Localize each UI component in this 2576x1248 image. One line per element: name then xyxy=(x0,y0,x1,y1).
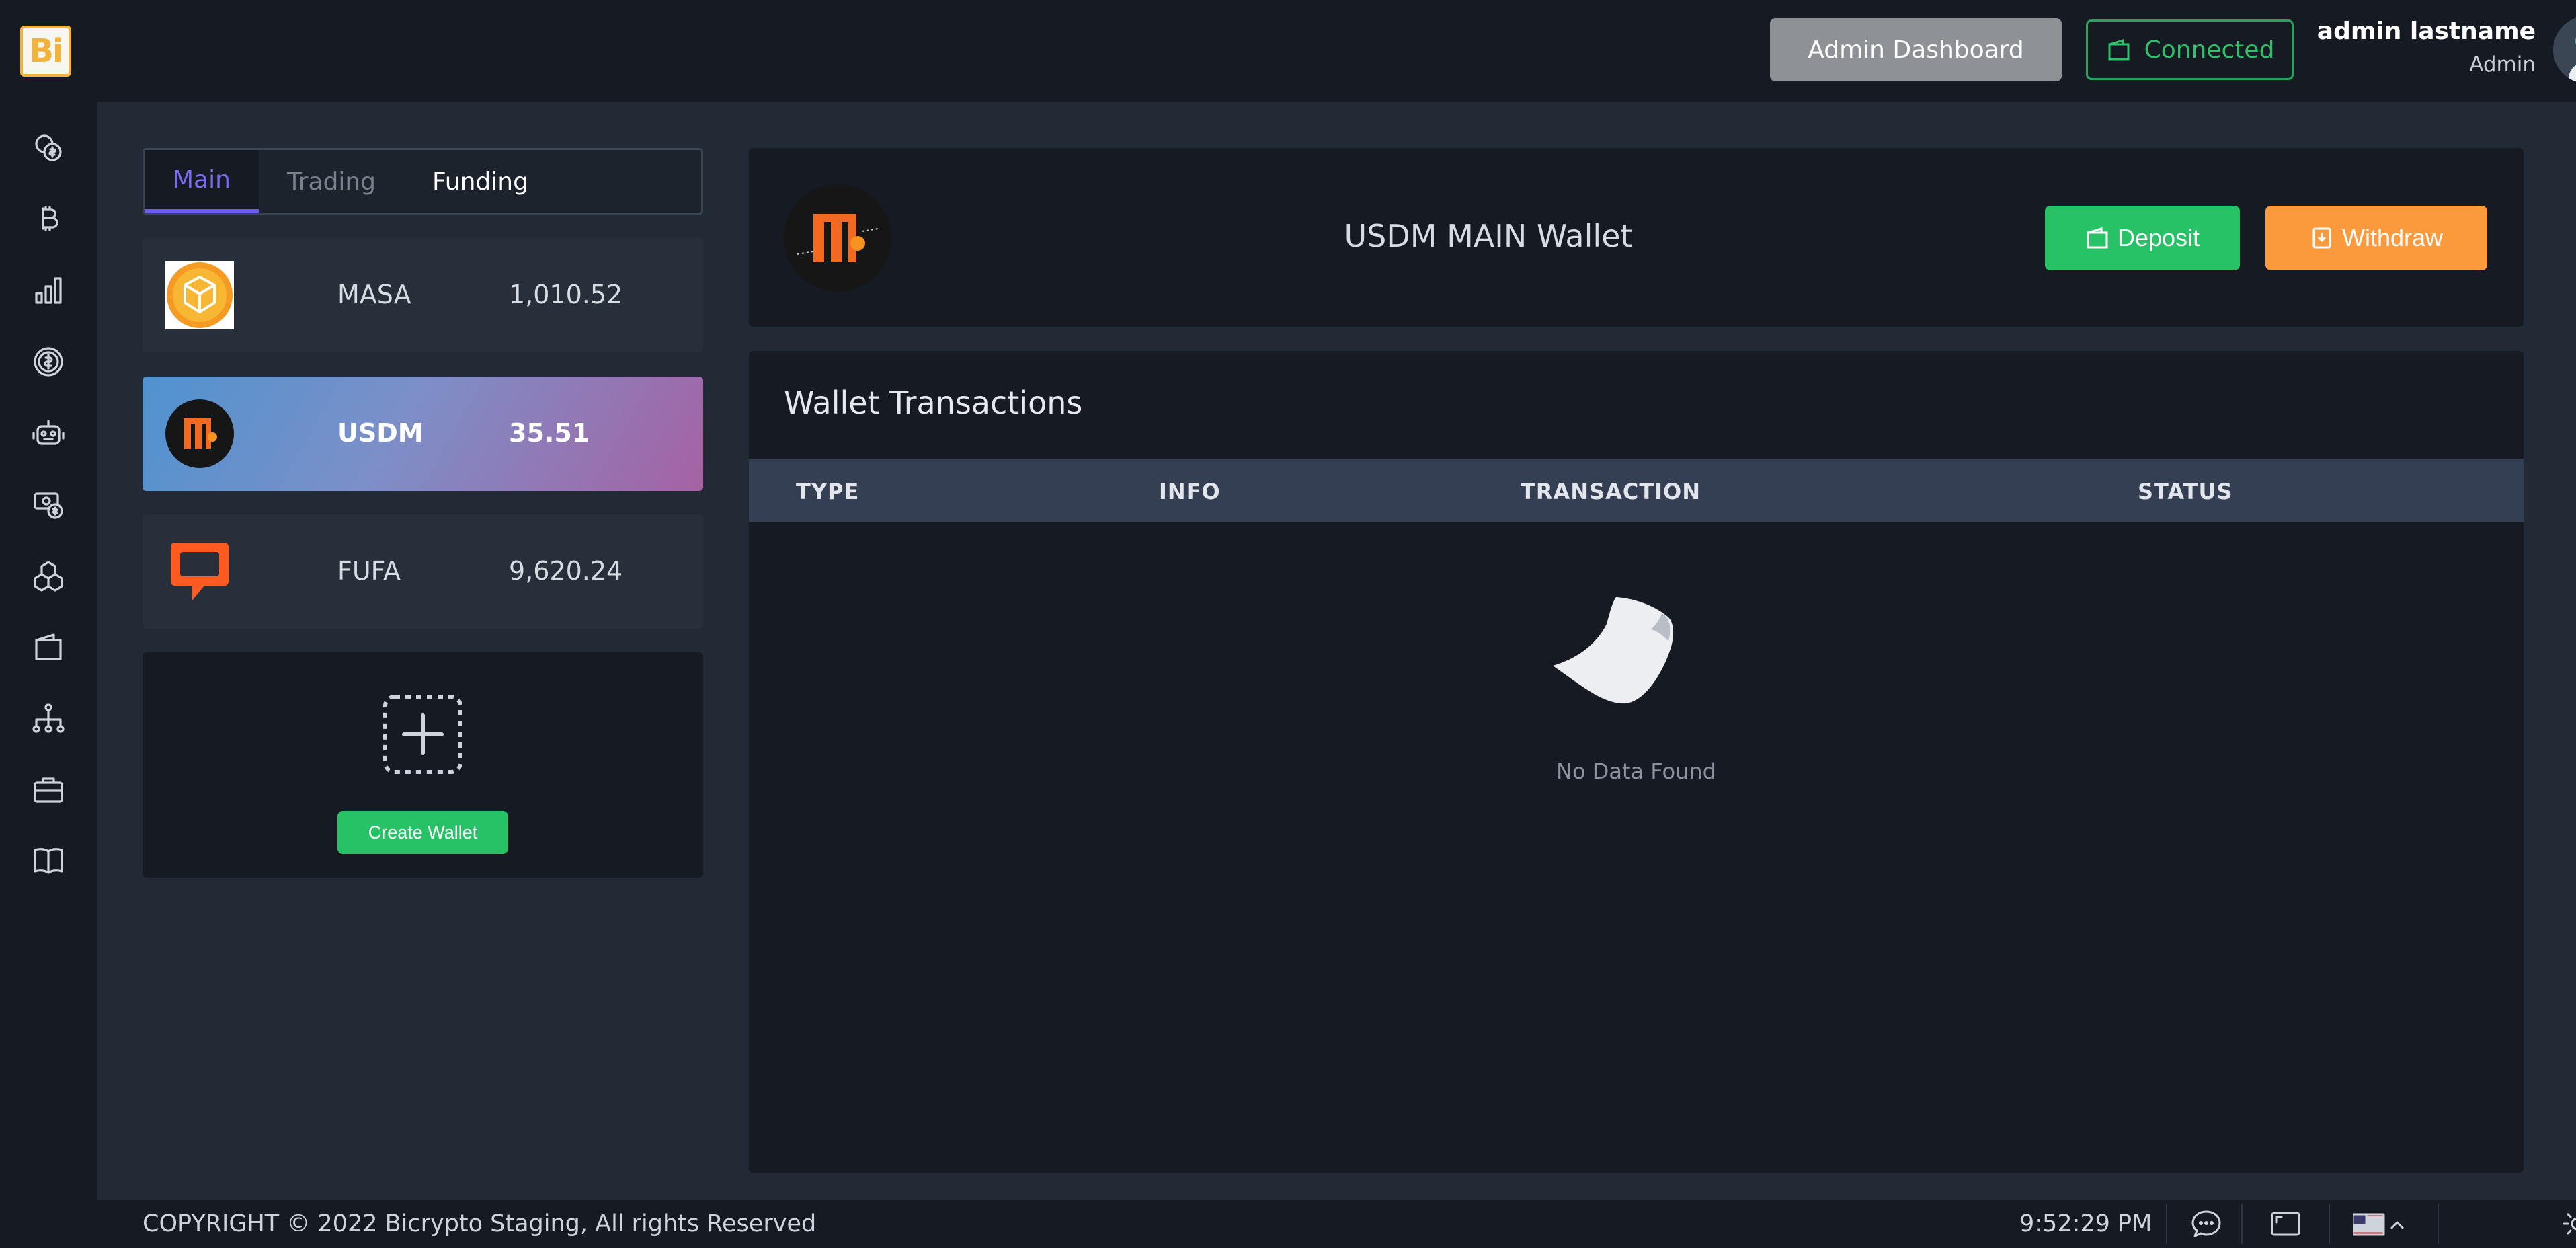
clock-time: 9:52:29 PM xyxy=(2019,1210,2152,1237)
no-data-text: No Data Found xyxy=(1556,758,1716,784)
user-name[interactable]: admin lastname xyxy=(2315,17,2536,45)
wallet-item-fufa[interactable]: FUFA 9,620.24 xyxy=(143,514,703,629)
wallet-balance: 35.51 xyxy=(509,418,590,448)
fullscreen-icon[interactable] xyxy=(2269,1208,2302,1240)
wallet-icon xyxy=(2087,227,2108,249)
wallet-title: USDM MAIN Wallet xyxy=(1344,218,1633,254)
wallet-icon xyxy=(2108,38,2130,61)
hierarchy-icon[interactable] xyxy=(30,699,67,737)
footer-divider xyxy=(2438,1204,2439,1244)
masa-coin-icon xyxy=(165,261,234,329)
wallet-item-masa[interactable]: MASA 1,010.52 xyxy=(143,238,703,352)
deposit-button[interactable]: Deposit xyxy=(2045,206,2240,270)
wallet-symbol: MASA xyxy=(337,280,411,309)
wallet-symbol: USDM xyxy=(337,418,424,448)
dollar-coin-icon[interactable] xyxy=(30,343,67,381)
briefcase-icon[interactable] xyxy=(30,771,67,808)
footer: COPYRIGHT © 2022 Bicrypto Staging, All r… xyxy=(97,1200,2576,1248)
wallet-type-tabs: Main Trading Funding xyxy=(143,148,703,215)
book-icon[interactable] xyxy=(30,842,67,880)
footer-divider xyxy=(2166,1204,2167,1244)
withdraw-icon xyxy=(2312,227,2331,249)
wallet-balance: 9,620.24 xyxy=(509,556,623,586)
wallet-item-usdm[interactable]: USDM 35.51 xyxy=(143,377,703,491)
usdm-coin-icon xyxy=(165,399,234,468)
wallet-transactions-card: Wallet Transactions TYPE INFO TRANSACTIO… xyxy=(749,351,2524,1173)
create-wallet-button[interactable]: Create Wallet xyxy=(337,811,508,854)
admin-dashboard-button[interactable]: Admin Dashboard xyxy=(1770,18,2062,81)
sidebar: Bi xyxy=(0,0,97,1248)
transactions-title: Wallet Transactions xyxy=(784,385,1083,421)
wallet-connected-button[interactable]: Connected xyxy=(2086,20,2294,80)
footer-divider xyxy=(2329,1204,2330,1244)
tab-main[interactable]: Main xyxy=(145,150,259,213)
copyright-text: COPYRIGHT © 2022 Bicrypto Staging, All r… xyxy=(143,1210,817,1237)
wallet-balance: 1,010.52 xyxy=(509,280,623,309)
robot-icon[interactable] xyxy=(30,414,67,452)
column-type: TYPE xyxy=(796,479,860,504)
language-flag-icon[interactable] xyxy=(2351,1208,2413,1240)
app-logo[interactable]: Bi xyxy=(20,26,71,77)
fufa-chat-icon xyxy=(165,537,234,606)
column-info: INFO xyxy=(1159,479,1221,504)
theme-sun-icon[interactable] xyxy=(2561,1208,2576,1240)
add-wallet-icon[interactable] xyxy=(381,693,465,776)
transactions-table-header: TYPE INFO TRANSACTION STATUS xyxy=(749,459,2524,522)
deposit-label: Deposit xyxy=(2117,224,2200,251)
top-header: Admin Dashboard Connected admin lastname… xyxy=(97,0,2576,102)
withdraw-label: Withdraw xyxy=(2341,224,2444,251)
create-wallet-panel: Create Wallet xyxy=(143,652,703,878)
empty-paper-icon xyxy=(1529,573,1717,721)
user-role: Admin xyxy=(2469,52,2536,77)
wallet-icon[interactable] xyxy=(30,628,67,666)
cubes-icon[interactable] xyxy=(30,557,67,594)
tab-funding[interactable]: Funding xyxy=(404,150,557,213)
wallet-symbol: FUFA xyxy=(337,556,401,586)
coins-exchange-icon[interactable] xyxy=(30,129,67,167)
wallet-header-card: USDM MAIN Wallet Deposit Withdraw xyxy=(749,148,2524,327)
chat-icon[interactable] xyxy=(2190,1208,2222,1240)
money-transfer-icon[interactable] xyxy=(30,485,67,523)
bar-chart-icon[interactable] xyxy=(30,272,67,309)
column-transaction: TRANSACTION xyxy=(1521,479,1701,504)
connected-label: Connected xyxy=(2144,36,2275,64)
tab-trading[interactable]: Trading xyxy=(259,150,404,213)
column-status: STATUS xyxy=(2138,479,2233,504)
usdm-coin-icon xyxy=(784,184,891,292)
bitcoin-icon[interactable] xyxy=(30,200,67,238)
footer-divider xyxy=(2241,1204,2243,1244)
withdraw-button[interactable]: Withdraw xyxy=(2265,206,2487,270)
avatar[interactable] xyxy=(2553,16,2576,83)
